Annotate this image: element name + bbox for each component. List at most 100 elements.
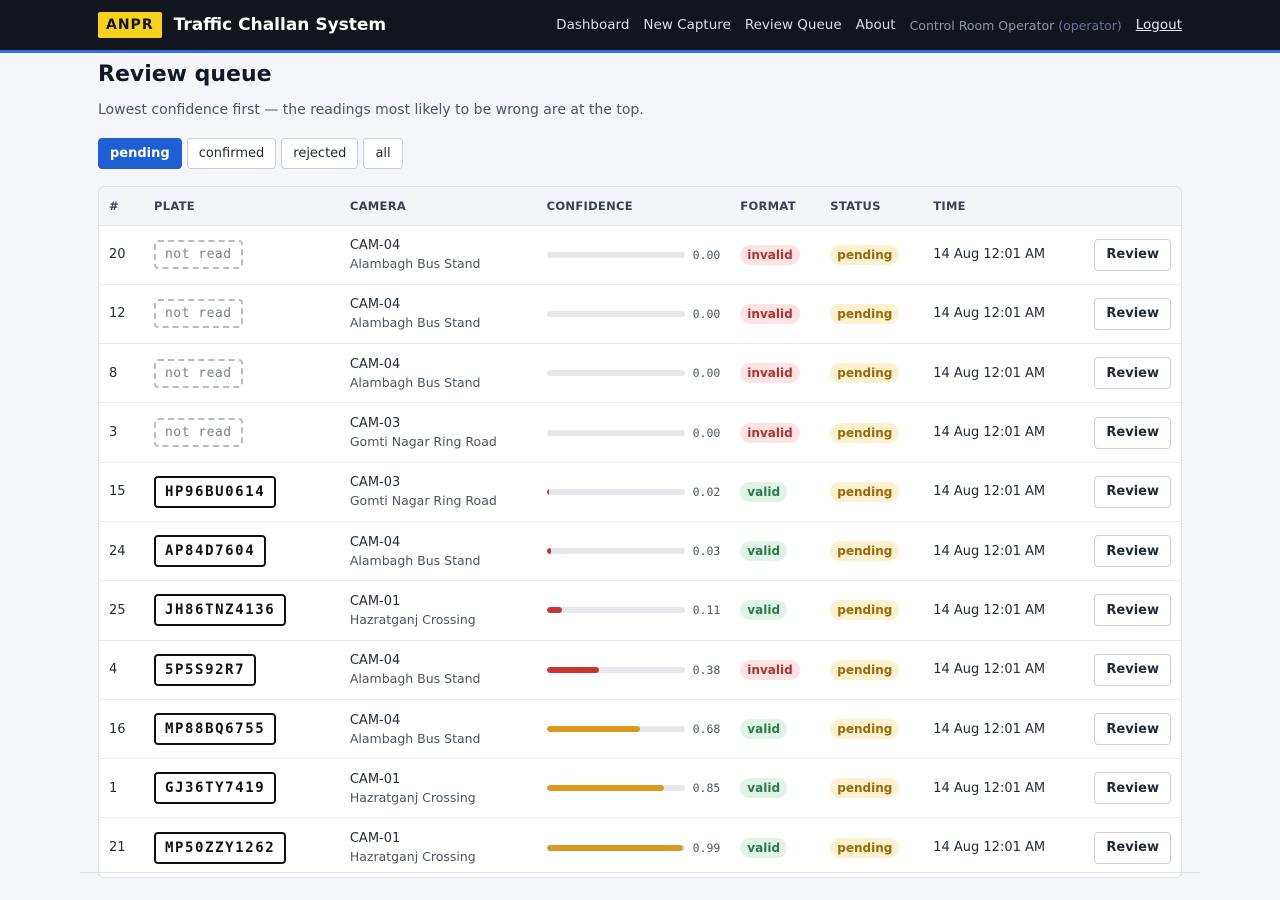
status-cell: pending: [820, 462, 923, 521]
format-cell: invalid: [730, 344, 820, 403]
plate-number: JH86TNZ4136: [153, 594, 287, 627]
confidence-value: 0.02: [692, 484, 721, 499]
logout-link[interactable]: Logout: [1136, 17, 1182, 33]
confidence-cell: 0.38: [537, 640, 731, 699]
confidence-value: 0.99: [692, 840, 721, 855]
capture-time: 14 Aug 12:01 AM: [933, 425, 1046, 441]
review-button[interactable]: Review: [1094, 772, 1171, 805]
camera-id: CAM-04: [349, 653, 401, 669]
status-badge: pending: [830, 303, 900, 324]
confidence-bar: [546, 370, 685, 377]
plate-number: MP50ZZY1262: [153, 831, 287, 864]
filter-rejected-button[interactable]: rejected: [281, 138, 359, 169]
camera-cell: CAM-04 Alambagh Bus Stand: [340, 344, 537, 403]
plate-cell: not read: [144, 284, 340, 343]
camera-cell: CAM-01 Hazratganj Crossing: [340, 818, 537, 877]
capture-time: 14 Aug 12:01 AM: [933, 543, 1046, 559]
camera-location: Alambagh Bus Stand: [349, 374, 481, 390]
format-cell: invalid: [730, 403, 820, 462]
row-number: 1: [109, 780, 118, 796]
camera-id: CAM-04: [349, 712, 401, 728]
camera-cell: CAM-04 Alambagh Bus Stand: [340, 640, 537, 699]
confidence-cell: 0.68: [537, 699, 731, 758]
format-cell: invalid: [730, 640, 820, 699]
plate-cell: HP96BU0614: [144, 462, 340, 521]
action-cell: Review: [1073, 225, 1181, 284]
footer-divider: [80, 872, 1200, 873]
format-badge: valid: [740, 778, 788, 799]
status-badge: pending: [830, 541, 900, 562]
format-badge: invalid: [740, 659, 800, 680]
row-number: 12: [109, 306, 126, 322]
review-button[interactable]: Review: [1094, 831, 1171, 864]
review-button[interactable]: Review: [1094, 357, 1171, 390]
review-button[interactable]: Review: [1094, 238, 1171, 271]
capture-time: 14 Aug 12:01 AM: [933, 306, 1046, 322]
format-cell: valid: [730, 699, 820, 758]
camera-location: Alambagh Bus Stand: [349, 315, 481, 331]
review-button[interactable]: Review: [1094, 653, 1171, 686]
filter-pending-button[interactable]: pending: [98, 138, 182, 169]
action-cell: Review: [1073, 521, 1181, 580]
camera-location: Alambagh Bus Stand: [349, 256, 481, 272]
action-cell: Review: [1073, 759, 1181, 818]
table-row: 12 not read CAM-04 Alambagh Bus Stand 0.00 in…: [99, 284, 1181, 344]
table-body: 20 not read CAM-04 Alambagh Bus Stand 0.00 in…: [99, 225, 1181, 877]
table-row: 15 HP96BU0614 CAM-03 Gomti Nagar Ring Road 0…: [99, 462, 1181, 522]
review-button[interactable]: Review: [1094, 297, 1171, 330]
column-header-confidence: CONFIDENCE: [536, 187, 731, 226]
review-table-container: # PLATE CAMERA CONFIDENCE FORMAT STATUS …: [98, 186, 1182, 879]
confidence-cell: 0.99: [537, 818, 731, 877]
format-badge: valid: [740, 837, 788, 858]
status-badge: pending: [830, 778, 900, 799]
review-button[interactable]: Review: [1094, 416, 1171, 449]
filter-all-button[interactable]: all: [363, 138, 403, 169]
status-badge: pending: [830, 600, 900, 621]
nav-review-queue-link[interactable]: Review Queue: [745, 17, 842, 33]
status-cell: pending: [820, 403, 923, 462]
row-number: 8: [109, 365, 118, 381]
camera-location: Gomti Nagar Ring Road: [349, 434, 497, 450]
nav-new-capture-link[interactable]: New Capture: [643, 17, 730, 33]
capture-time: 14 Aug 12:01 AM: [933, 484, 1046, 500]
status-filter-tabs: pending confirmed rejected all: [98, 138, 1182, 169]
confidence-value: 0.00: [692, 247, 721, 262]
filter-confirmed-button[interactable]: confirmed: [186, 138, 277, 169]
plate-cell: MP88BQ6755: [144, 699, 340, 758]
confidence-bar: [546, 251, 685, 258]
review-button[interactable]: Review: [1094, 535, 1171, 568]
confidence-bar-fill: [546, 666, 600, 673]
status-cell: pending: [820, 759, 923, 818]
row-number: 21: [109, 840, 126, 856]
camera-id: CAM-01: [349, 831, 401, 847]
status-cell: pending: [820, 225, 923, 284]
confidence-bar: [546, 310, 685, 317]
column-header-camera: CAMERA: [339, 187, 537, 226]
review-button[interactable]: Review: [1094, 713, 1171, 746]
status-badge: pending: [830, 363, 900, 384]
action-cell: Review: [1073, 284, 1181, 343]
action-cell: Review: [1073, 581, 1181, 640]
camera-id: CAM-03: [349, 416, 401, 432]
nav-dashboard-link[interactable]: Dashboard: [556, 17, 629, 33]
table-row: 21 MP50ZZY1262 CAM-01 Hazratganj Crossing 0.…: [99, 818, 1181, 877]
format-badge: invalid: [740, 244, 800, 265]
confidence-value: 0.00: [692, 366, 721, 381]
current-user: Control Room Operator (operator): [910, 18, 1122, 33]
column-header-action: [1072, 187, 1181, 226]
review-button[interactable]: Review: [1094, 475, 1171, 508]
format-cell: valid: [730, 818, 820, 877]
app-title[interactable]: Traffic Challan System: [174, 15, 387, 35]
table-row: 1 GJ36TY7419 CAM-01 Hazratganj Crossing 0.85…: [99, 759, 1181, 818]
confidence-bar: [546, 844, 685, 851]
confidence-cell: 0.00: [537, 403, 731, 462]
camera-id: CAM-04: [349, 356, 401, 372]
table-row: 3 not read CAM-03 Gomti Nagar Ring Road 0.00…: [99, 403, 1181, 463]
review-button[interactable]: Review: [1094, 594, 1171, 627]
camera-cell: CAM-04 Alambagh Bus Stand: [340, 699, 537, 758]
column-header-format: FORMAT: [730, 187, 821, 226]
column-header-number: #: [99, 187, 144, 226]
plate-number: MP88BQ6755: [153, 713, 277, 746]
action-cell: Review: [1073, 699, 1181, 758]
nav-about-link[interactable]: About: [856, 17, 896, 33]
